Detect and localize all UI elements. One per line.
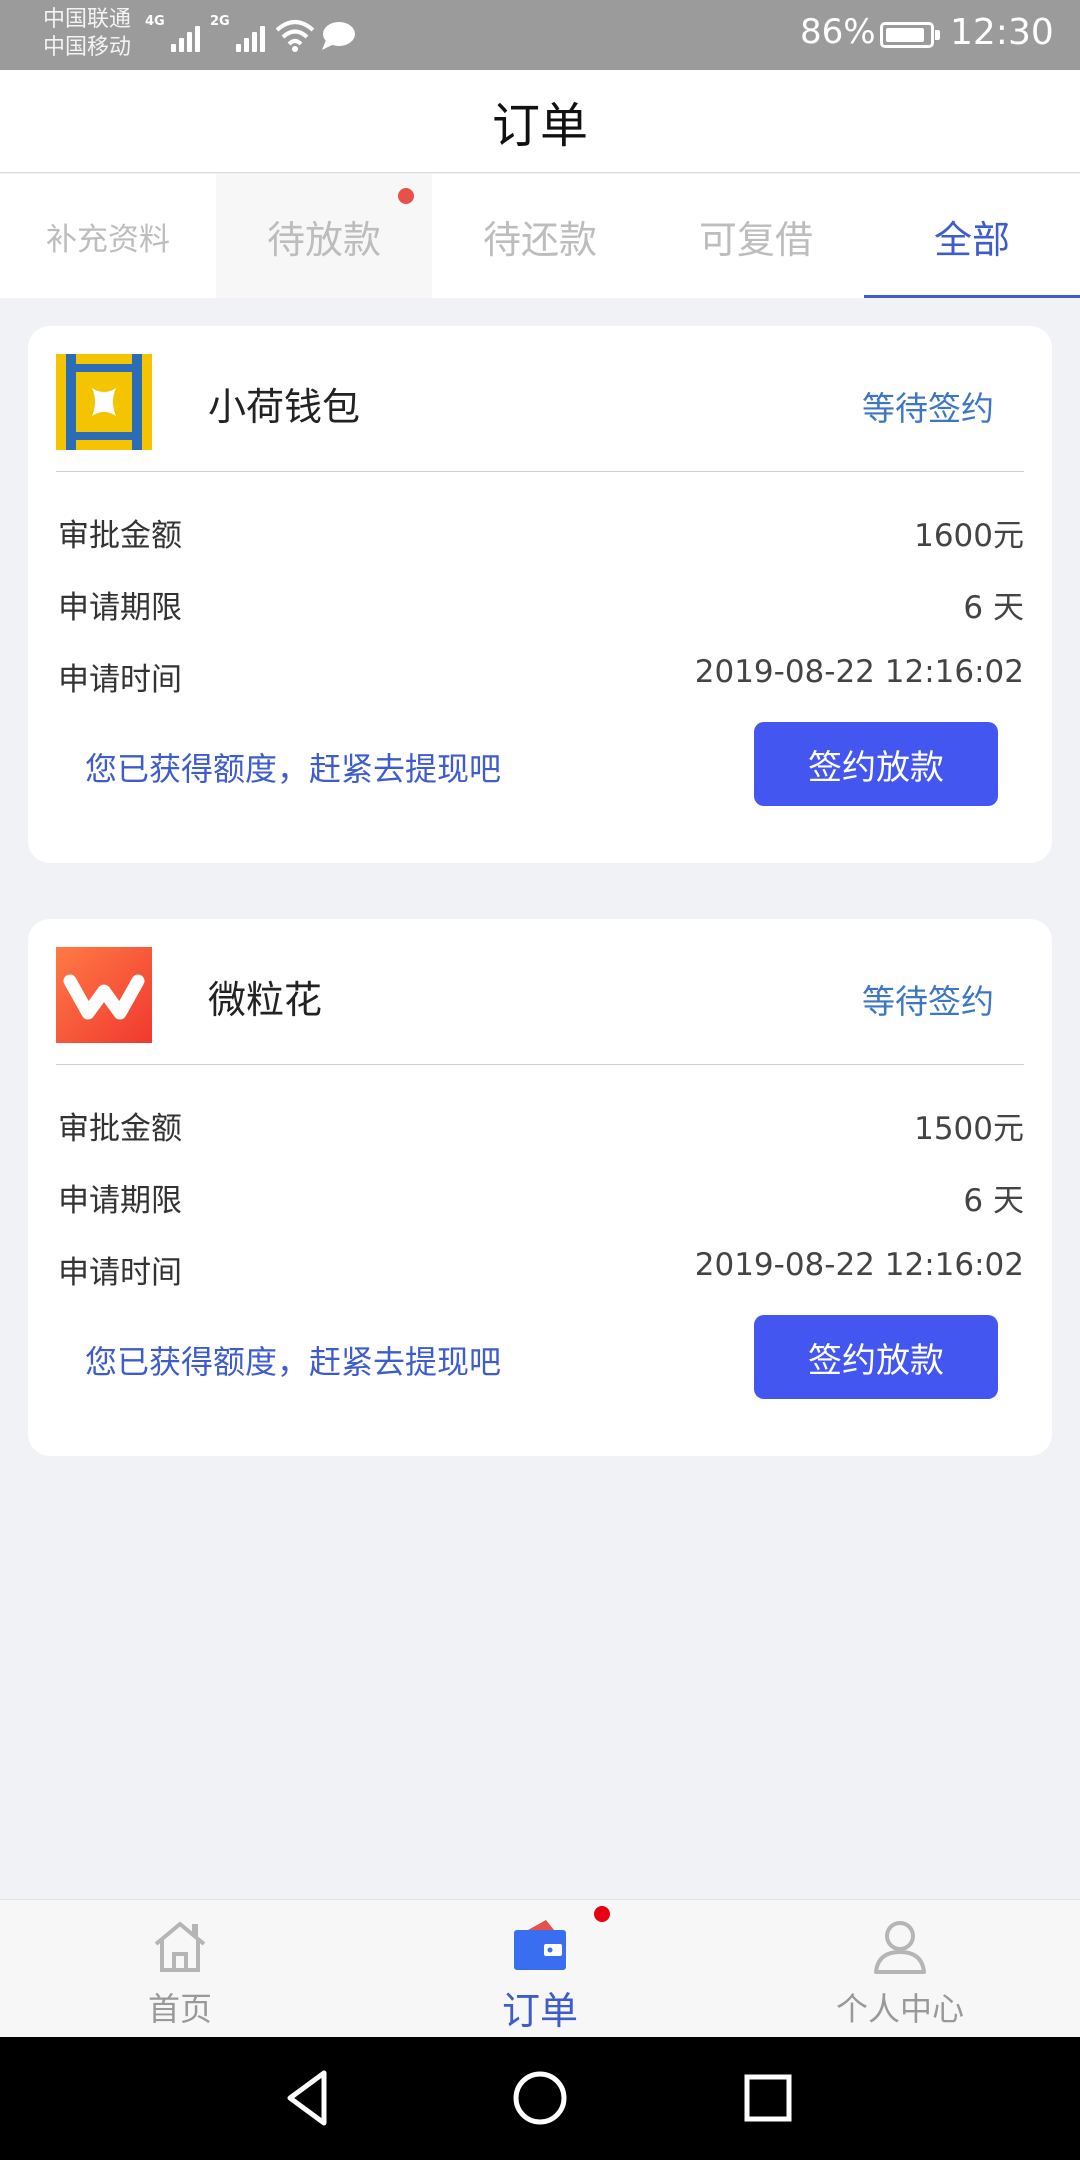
quota-tip: 您已获得额度，赶紧去提现吧 <box>85 750 502 788</box>
order-card[interactable]: 小荷钱包 等待签约 审批金额 1600元 申请期限 6 天 申请时间 2019-… <box>28 326 1052 863</box>
row-label: 申请时间 <box>58 662 182 698</box>
nav-profile[interactable]: 个人中心 <box>720 1900 1080 2038</box>
row-value: 1500元 <box>914 1111 1024 1147</box>
signal-4g-icon: 4G <box>145 14 200 52</box>
system-nav-bar <box>0 2037 1080 2160</box>
status-bar: 中国联通 中国移动 4G 2G 86% 12:30 <box>0 0 1080 70</box>
home-icon <box>154 1922 206 1972</box>
row-value: 6 天 <box>963 590 1024 626</box>
xiaohe-logo-icon <box>56 354 152 450</box>
sign-loan-button[interactable]: 签约放款 <box>754 722 998 806</box>
row-label: 审批金额 <box>58 1111 182 1147</box>
row-label: 审批金额 <box>58 518 182 554</box>
row-label: 申请期限 <box>58 1183 182 1219</box>
page-title: 订单 <box>491 98 588 154</box>
nav-label: 订单 <box>501 1989 578 2033</box>
tab-pending-repay[interactable]: 待还款 <box>432 174 648 298</box>
order-card[interactable]: 微粒花 等待签约 审批金额 1500元 申请期限 6 天 申请时间 2019-0… <box>28 919 1052 1456</box>
nav-badge-dot <box>594 1906 610 1922</box>
tab-supplement-info[interactable]: 补充资料 <box>0 174 216 298</box>
nav-home[interactable]: 首页 <box>0 1900 360 2038</box>
signal-4g-tag: 4G <box>145 14 165 29</box>
signal-2g-icon: 2G <box>210 14 265 52</box>
bottom-nav: 首页 订单 个人中心 <box>0 1899 1080 2037</box>
weilihua-logo-icon <box>56 947 152 1043</box>
battery-icon <box>880 22 940 48</box>
row-value: 2019-08-22 12:16:02 <box>694 1247 1024 1283</box>
info-row-time: 申请时间 2019-08-22 12:16:02 <box>58 1247 1024 1297</box>
order-card-header: 微粒花 等待签约 <box>56 947 1024 1065</box>
battery-percentage: 86% <box>800 12 876 52</box>
tab-label: 补充资料 <box>46 221 170 258</box>
info-row-term: 申请期限 6 天 <box>58 582 1024 632</box>
tab-all[interactable]: 全部 <box>864 174 1080 298</box>
recents-icon[interactable] <box>735 2065 801 2131</box>
wallet-icon <box>514 1920 566 1970</box>
order-status: 等待签约 <box>862 982 994 1021</box>
row-value: 2019-08-22 12:16:02 <box>694 654 1024 690</box>
message-icon <box>322 22 355 50</box>
tab-pending-loan[interactable]: 待放款 <box>216 174 432 298</box>
info-row-time: 申请时间 2019-08-22 12:16:02 <box>58 654 1024 704</box>
back-icon[interactable] <box>276 2065 342 2131</box>
order-tabs: 补充资料 待放款 待还款 可复借 全部 <box>0 174 1080 298</box>
tab-reborrow[interactable]: 可复借 <box>648 174 864 298</box>
sign-loan-button[interactable]: 签约放款 <box>754 1315 998 1399</box>
product-name: 微粒花 <box>208 978 323 1022</box>
tab-label: 待还款 <box>482 217 597 262</box>
user-icon <box>874 1921 926 1974</box>
row-label: 申请期限 <box>58 590 182 626</box>
tab-label: 可复借 <box>698 217 813 262</box>
carrier-1: 中国联通 <box>43 7 132 32</box>
tab-label: 待放款 <box>266 217 381 262</box>
order-card-header: 小荷钱包 等待签约 <box>56 354 1024 472</box>
row-value: 6 天 <box>963 1183 1024 1219</box>
order-status: 等待签约 <box>862 389 994 428</box>
tab-label: 全部 <box>933 217 1010 262</box>
carrier-info: 中国联通 中国移动 <box>43 6 131 62</box>
row-label: 申请时间 <box>58 1255 182 1291</box>
quota-tip: 您已获得额度，赶紧去提现吧 <box>85 1343 502 1381</box>
info-row-term: 申请期限 6 天 <box>58 1175 1024 1225</box>
tab-badge-dot <box>398 188 414 204</box>
signal-2g-tag: 2G <box>210 14 230 29</box>
info-row-amount: 审批金额 1500元 <box>58 1103 1024 1153</box>
clock: 12:30 <box>950 12 1054 53</box>
app-header: 订单 <box>0 70 1080 173</box>
nav-label: 首页 <box>147 1990 212 2028</box>
home-circle-icon[interactable] <box>507 2065 573 2131</box>
nav-label: 个人中心 <box>835 1990 964 2028</box>
wifi-icon <box>275 20 315 52</box>
row-value: 1600元 <box>914 518 1024 554</box>
info-row-amount: 审批金额 1600元 <box>58 510 1024 560</box>
nav-orders[interactable]: 订单 <box>360 1900 720 2038</box>
product-name: 小荷钱包 <box>208 385 361 429</box>
carrier-2: 中国移动 <box>43 35 132 60</box>
